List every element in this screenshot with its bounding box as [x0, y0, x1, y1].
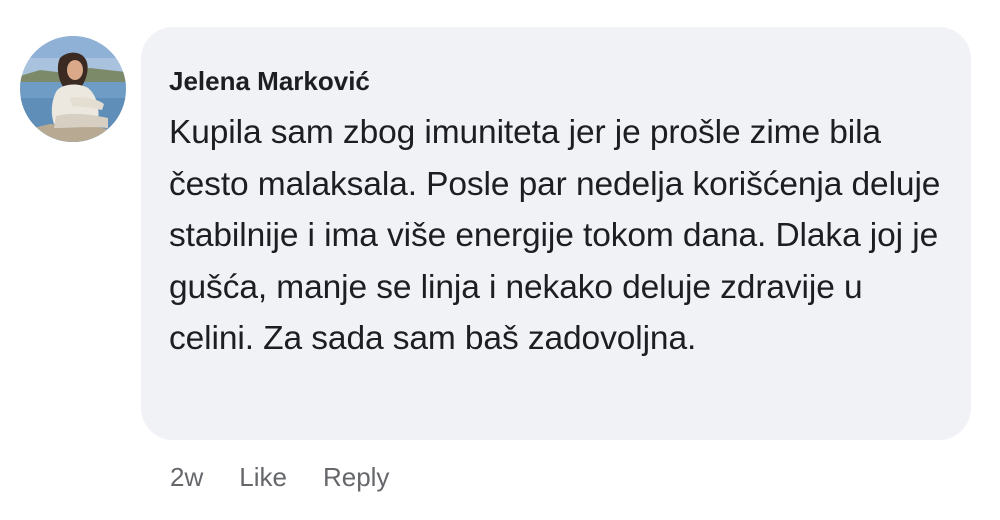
comment-author-name[interactable]: Jelena Marković	[169, 65, 947, 97]
comment-bubble: Jelena Marković Kupila sam zbog imunitet…	[141, 27, 971, 440]
like-button[interactable]: Like	[239, 462, 287, 493]
comment-timestamp[interactable]: 2w	[170, 462, 203, 493]
comment-actions: 2w Like Reply	[170, 462, 389, 493]
avatar[interactable]	[20, 36, 126, 142]
avatar-photo	[20, 36, 126, 142]
comment-text: Kupila sam zbog imuniteta jer je prošle …	[169, 114, 941, 357]
reply-button[interactable]: Reply	[323, 462, 389, 493]
